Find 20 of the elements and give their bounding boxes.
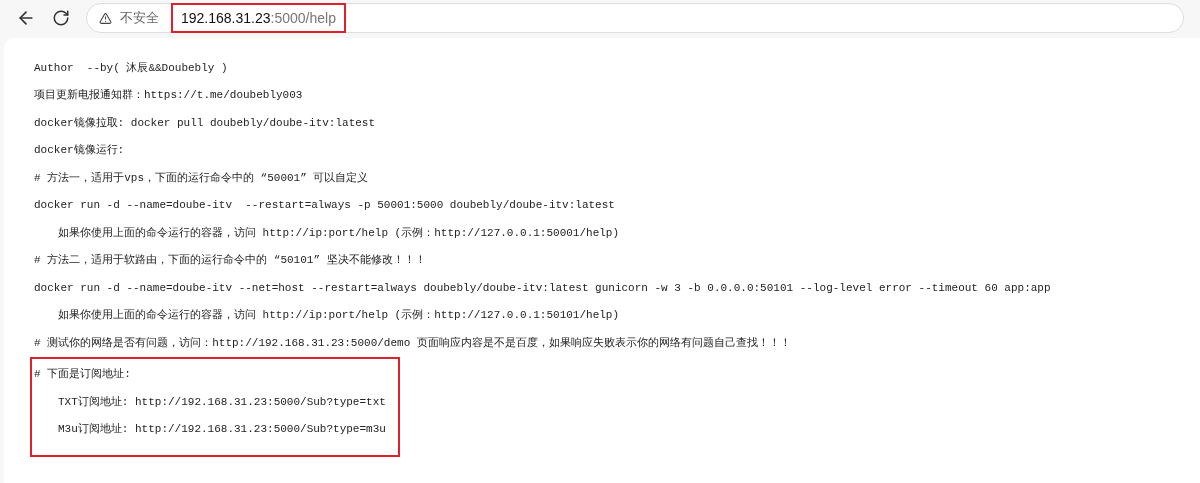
text-line: # 测试你的网络是否有问题，访问：http://192.168.31.23:5000/demo 页面响应内容是不是百度，如果响应失败表示你的网络有问题自己查找！！！ (34, 335, 791, 351)
url-path: :5000/help (270, 8, 336, 28)
text-line: # 下面是订阅地址: (34, 367, 131, 382)
reload-icon[interactable] (52, 9, 70, 27)
text-line: docker run -d --name=doube-itv --restart=always -p 50001:5000 doubebly/doube-itv:latest (34, 198, 615, 213)
text-line: 如果你使用上面的命令运行的容器，访问 http://ip:port/help (示例：http://127.0.0.1:50101/help) (58, 308, 620, 323)
text-line: 如果你使用上面的命令运行的容器，访问 http://ip:port/help (示例：http://127.0.0.1:50001/help) (58, 225, 620, 241)
warning-icon (99, 11, 112, 25)
security-label: 不安全 (120, 9, 159, 28)
text-line: docker镜像运行: (34, 143, 125, 158)
text-line: docker run -d --name=doube-itv --net=host --restart=always doubebly/doube-itv:latest gunicorn -w 3 -b 0.0.0.0:50101 --log-level error --timeout 60 app:app (34, 280, 1051, 296)
text-line: # 方法一，适用于vps，下面的运行命令中的 “50001” 可以自定义 (34, 170, 369, 186)
text-line: TXT订阅地址: http://192.168.31.23:5000/Sub?type=txt (58, 394, 386, 410)
text-line: M3u订阅地址: http://192.168.31.23:5000/Sub?type=m3u (58, 422, 386, 437)
url-host: 192.168.31.23 (181, 8, 271, 28)
text-line: 项目更新电报通知群：https://t.me/doubebly003 (34, 88, 303, 103)
text-line: # 方法二，适用于软路由，下面的运行命令中的 “50101” 坚决不能修改！！！ (34, 253, 426, 268)
text-line: docker镜像拉取: docker pull doubebly/doube-itv:latest (34, 115, 376, 131)
address-bar[interactable]: 不安全 192.168.31.23:5000/help (86, 3, 1184, 33)
text-line: Author --by( 沐辰&&Doubebly ) (34, 60, 228, 76)
